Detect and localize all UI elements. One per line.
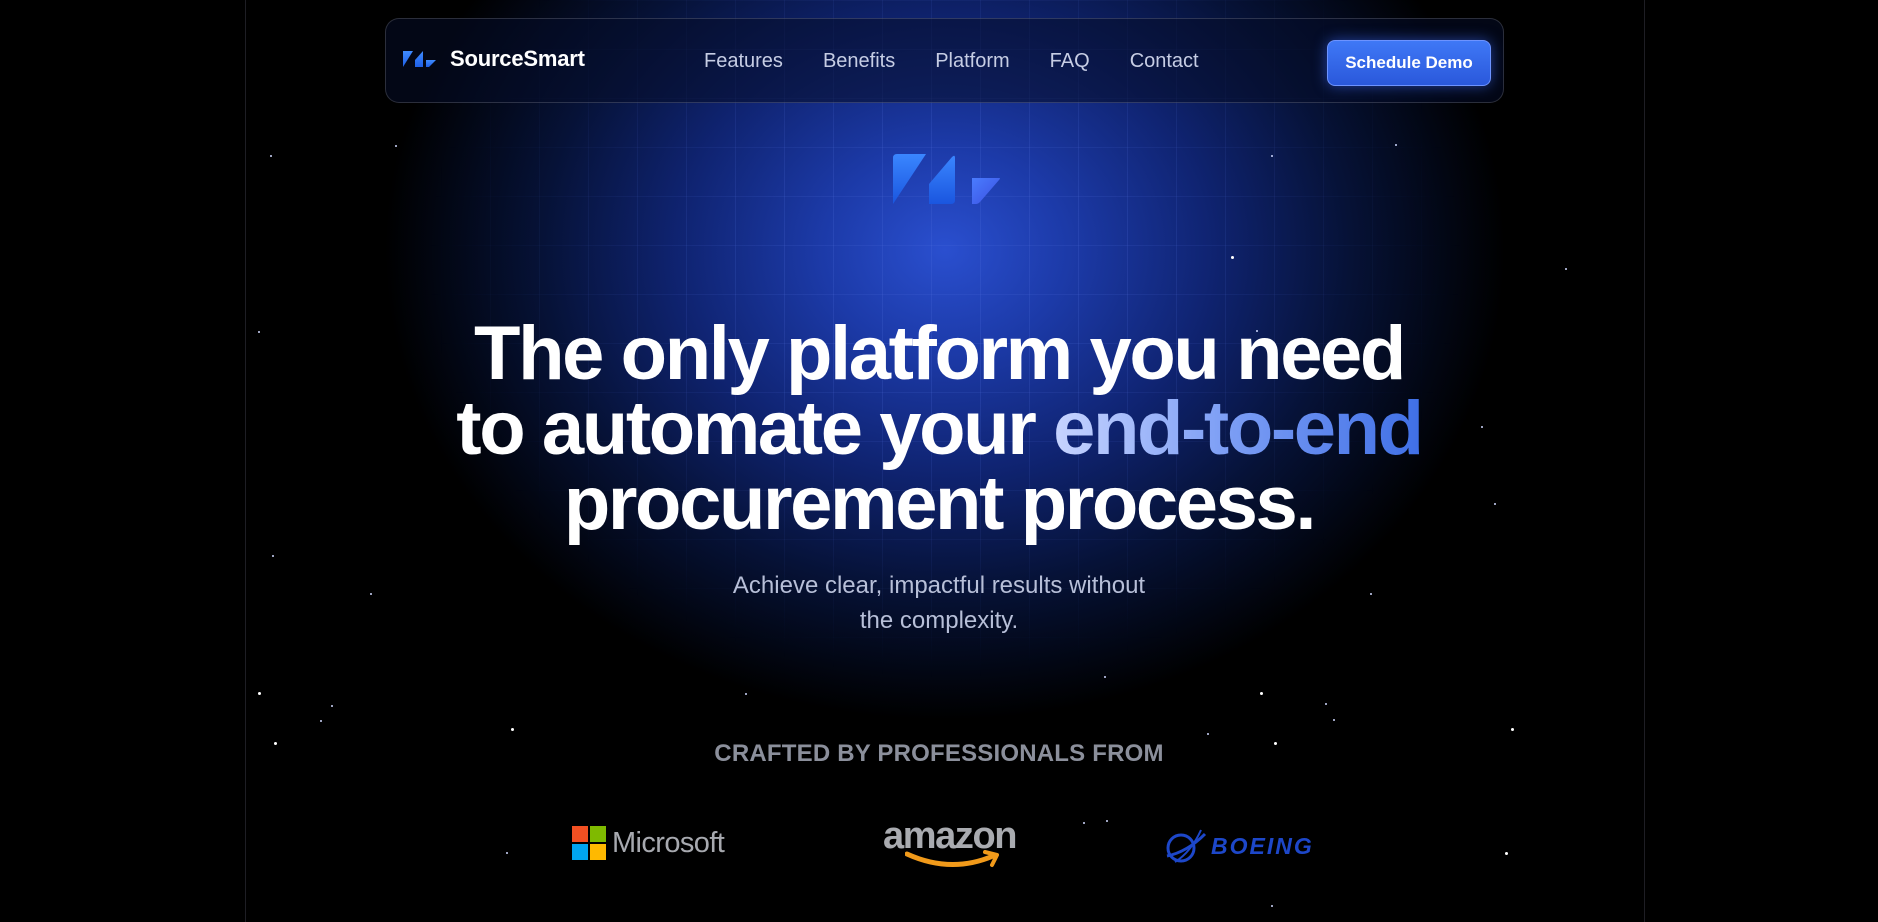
star (1106, 820, 1108, 822)
star (1207, 733, 1209, 735)
star (1511, 728, 1514, 731)
headline-accent: end-to-end (1053, 386, 1424, 471)
star (1104, 676, 1106, 678)
star (1271, 905, 1273, 907)
boeing-globe-icon (1166, 829, 1207, 863)
boeing-wordmark: BOEING (1211, 832, 1314, 859)
star (1271, 155, 1273, 157)
nav-link-features[interactable]: Features (704, 50, 783, 73)
star (511, 728, 514, 731)
nav-link-benefits[interactable]: Benefits (823, 50, 895, 73)
hero-headline: The only platform you need to automate y… (0, 311, 1878, 546)
headline-line-2: to automate your end-to-end (0, 391, 1878, 467)
brand-name: SourceSmart (450, 46, 585, 71)
star (506, 852, 508, 854)
hero-subtext: Achieve clear, impactful results without… (0, 568, 1878, 638)
star (1333, 719, 1335, 721)
headline-line-1: The only platform you need (474, 311, 1406, 396)
amazon-smile-icon (905, 850, 999, 867)
subtext-line-1: Achieve clear, impactful results without (732, 572, 1146, 599)
star (1083, 822, 1085, 824)
microsoft-squares-icon (572, 826, 606, 860)
star (1565, 268, 1567, 270)
top-navbar: SourceSmart Features Benefits Platform F… (385, 18, 1504, 103)
star (745, 693, 747, 695)
hero-logo-icon (893, 154, 1000, 204)
page: SourceSmart Features Benefits Platform F… (0, 0, 1878, 922)
nav-link-platform[interactable]: Platform (935, 50, 1009, 73)
nav-link-contact[interactable]: Contact (1130, 50, 1199, 73)
brand[interactable]: SourceSmart (402, 46, 585, 72)
star (270, 155, 272, 157)
nav-link-faq[interactable]: FAQ (1050, 50, 1090, 73)
crafted-by-heading: CRAFTED BY PROFESSIONALS FROM (714, 740, 1164, 767)
subtext-line-2: the complexity. (859, 607, 1019, 634)
star (258, 692, 261, 695)
star (331, 705, 333, 707)
star (272, 555, 274, 557)
boeing-logo: BOEING (1165, 826, 1314, 866)
headline-line-3: procurement process. (563, 461, 1317, 546)
sourcesmart-logo-icon (403, 51, 436, 67)
amazon-logo: amazon (883, 816, 1033, 872)
headline-line-2-start: to automate your (456, 386, 1054, 471)
microsoft-wordmark: Microsoft (612, 826, 725, 859)
star (1325, 703, 1327, 705)
star (1231, 256, 1234, 259)
star (320, 720, 322, 722)
microsoft-logo: Microsoft (572, 826, 725, 860)
star (1260, 692, 1263, 695)
schedule-demo-button[interactable]: Schedule Demo (1327, 40, 1491, 86)
star (395, 145, 397, 147)
star (1395, 144, 1397, 146)
nav-links: Features Benefits Platform FAQ Contact (704, 50, 1199, 73)
star (1505, 852, 1508, 855)
